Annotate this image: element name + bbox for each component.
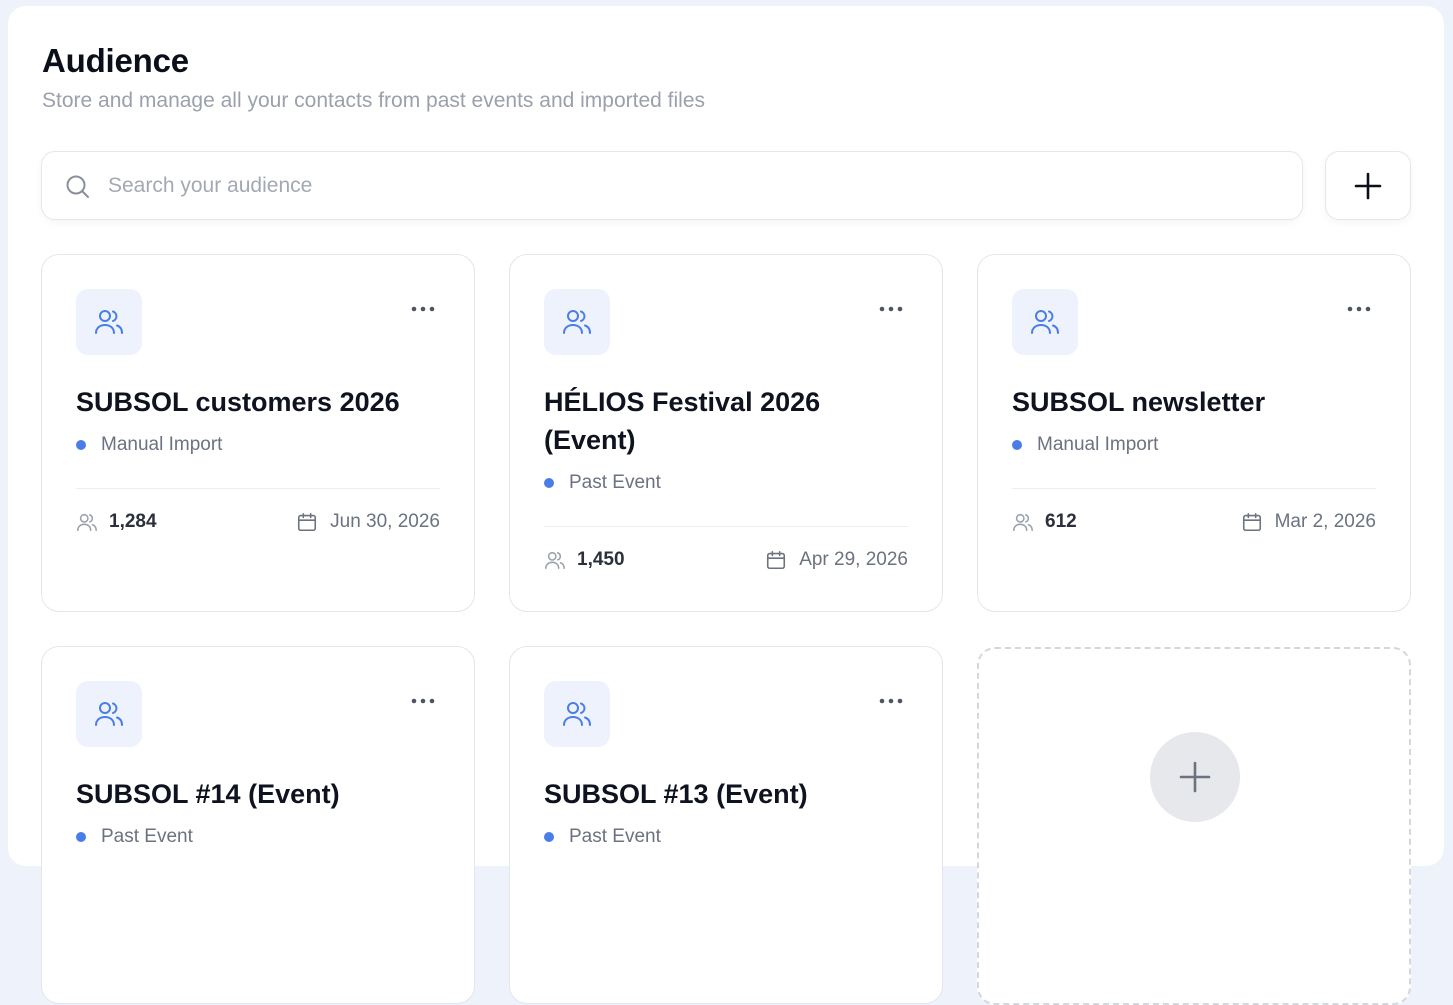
source-dot <box>76 440 86 450</box>
contact-count-value: 1,450 <box>577 549 625 570</box>
users-icon <box>544 681 610 747</box>
users-icon <box>1012 289 1078 355</box>
source-label: Past Event <box>101 826 193 847</box>
more-options-button[interactable] <box>408 295 438 323</box>
more-horizontal-icon <box>879 306 903 312</box>
search-input[interactable] <box>108 164 1278 208</box>
card-source: Manual Import <box>76 434 222 456</box>
more-options-button[interactable] <box>876 295 906 323</box>
contact-count: 1,450 <box>544 549 625 571</box>
more-options-button[interactable] <box>876 687 906 715</box>
contact-count: 612 <box>1012 511 1077 533</box>
audience-panel: Audience Store and manage all your conta… <box>8 6 1444 1005</box>
card-title: SUBSOL newsletter <box>1012 387 1266 417</box>
date-value: Mar 2, 2026 <box>1274 511 1376 532</box>
calendar-icon <box>767 550 786 570</box>
search-icon <box>64 173 92 201</box>
search-box[interactable] <box>41 151 1303 220</box>
card-footer: 612 Mar 2, 2026 <box>1012 511 1376 539</box>
source-dot <box>1012 440 1022 450</box>
new-audience-button[interactable] <box>1150 732 1240 822</box>
plus-icon <box>1179 761 1211 793</box>
audience-card[interactable]: HÉLIOS Festival 2026 (Event) Past Event … <box>509 254 943 612</box>
more-options-button[interactable] <box>408 687 438 715</box>
more-horizontal-icon <box>411 698 435 704</box>
date-value: Apr 29, 2026 <box>799 549 908 570</box>
contact-count-value: 612 <box>1045 511 1077 532</box>
card-source: Past Event <box>544 472 661 494</box>
more-horizontal-icon <box>411 306 435 312</box>
add-audience-button[interactable] <box>1325 151 1411 220</box>
page-title: Audience <box>42 42 189 79</box>
card-title: SUBSOL #14 (Event) <box>76 779 340 809</box>
calendar-icon <box>1242 512 1261 532</box>
card-date: Apr 29, 2026 <box>765 549 908 571</box>
source-label: Manual Import <box>1037 434 1159 455</box>
source-dot <box>544 478 554 488</box>
audience-card[interactable]: SUBSOL newsletter Manual Import 612 Mar … <box>977 254 1411 612</box>
users-icon <box>76 681 142 747</box>
users-icon <box>544 289 610 355</box>
card-source: Past Event <box>76 826 193 848</box>
page-subtitle: Store and manage all your contacts from … <box>42 89 706 112</box>
users-icon <box>1013 513 1033 532</box>
users-icon <box>76 289 142 355</box>
card-title: HÉLIOS Festival 2026 (Event) <box>544 387 821 455</box>
card-title: SUBSOL customers 2026 <box>76 387 400 417</box>
more-horizontal-icon <box>879 698 903 704</box>
users-icon <box>77 513 97 532</box>
plus-icon <box>1354 172 1382 200</box>
card-title: SUBSOL #13 (Event) <box>544 779 808 809</box>
card-divider <box>76 488 440 489</box>
more-options-button[interactable] <box>1344 295 1374 323</box>
card-divider <box>1012 488 1376 489</box>
audience-card[interactable]: SUBSOL #13 (Event) Past Event <box>509 646 943 1004</box>
source-label: Past Event <box>569 472 661 493</box>
source-dot <box>544 832 554 842</box>
source-dot <box>76 832 86 842</box>
new-audience-card[interactable] <box>977 647 1411 1005</box>
card-date: Jun 30, 2026 <box>296 511 440 533</box>
source-label: Manual Import <box>101 434 223 455</box>
contact-count-value: 1,284 <box>109 511 157 532</box>
contact-count: 1,284 <box>76 511 157 533</box>
users-icon <box>545 551 565 570</box>
card-source: Past Event <box>544 826 661 848</box>
card-source: Manual Import <box>1012 434 1158 456</box>
card-footer: 1,284 Jun 30, 2026 <box>76 511 440 539</box>
audience-card[interactable]: SUBSOL #14 (Event) Past Event <box>41 646 475 1004</box>
audience-card[interactable]: SUBSOL customers 2026 Manual Import 1,28… <box>41 254 475 612</box>
card-footer: 1,450 Apr 29, 2026 <box>544 549 908 577</box>
card-divider <box>544 526 908 527</box>
more-horizontal-icon <box>1347 306 1371 312</box>
source-label: Past Event <box>569 826 661 847</box>
calendar-icon <box>298 512 317 532</box>
card-date: Mar 2, 2026 <box>1241 511 1376 533</box>
date-value: Jun 30, 2026 <box>330 511 440 532</box>
